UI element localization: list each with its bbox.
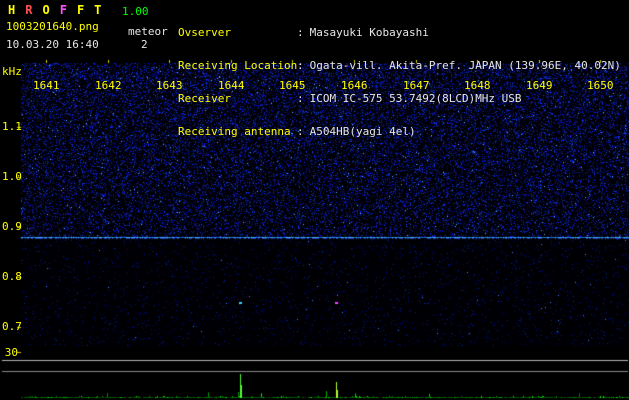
info-row-observer: Ovserver: Masayuki Kobayashi [178,27,621,38]
freq-tick-label: 0.7 [2,320,22,333]
app-title-letter: R [25,3,43,17]
freq-tick-label: 0.9 [2,220,22,233]
app-title: HROFFT [8,3,112,17]
freq-tick-label: 1.1 [2,120,22,133]
time-tick-label: 1641 [33,79,60,92]
freq-tick-label: 1.0 [2,170,22,183]
info-value: A504HB(yagi 4el) [309,125,416,138]
info-label: Receiving antenna [178,125,291,138]
datetime-label: 10.03.20 16:40 [6,38,99,51]
info-row-antenna: Receiving antenna: A504HB(yagi 4el) [178,126,621,137]
time-tick-label: 1649 [526,79,553,92]
info-colon: : [297,59,304,72]
app-title-letter: F [76,3,95,17]
filename-label: 1003201640.png [6,20,99,33]
mode-label: meteor [128,25,168,38]
info-label: Receiving Location [178,59,298,72]
meteor-count: 2 [141,38,148,51]
app-title-letter: H [8,3,26,17]
info-colon: : [297,26,304,39]
time-tick-label: 1645 [279,79,306,92]
time-tick-label: 1643 [156,79,183,92]
hrofft-screen: HROFFT 1.00 1003201640.png meteor 10.03.… [0,0,629,400]
time-tick-label: 1644 [218,79,245,92]
info-label: Receiver [178,92,231,105]
app-title-letter: T [94,3,112,17]
time-tick-label: 1647 [403,79,430,92]
info-value: Masayuki Kobayashi [309,26,429,39]
time-tick-label: 1642 [95,79,122,92]
info-value: ICOM IC-575 53.7492(8LCD)MHz USB [309,92,522,105]
version-label: 1.00 [122,5,149,18]
freq-tick-label: 0.8 [2,270,22,283]
info-row-location: Receiving Location: Ogata-vill. Akita-Pre… [178,60,621,71]
time-tick-label: 1650 [587,79,614,92]
time-tick-label: 1648 [464,79,491,92]
app-title-letter: F [59,3,77,17]
info-value: Ogata-vill. Akita-Pref. JAPAN (139.96E, … [309,59,621,72]
info-label: Ovserver [178,26,231,39]
info-colon: : [297,125,304,138]
freq-axis-unit: kHz [2,65,22,78]
power-axis-label: 30 [4,346,18,359]
info-row-receiver: Receiver: ICOM IC-575 53.7492(8LCD)MHz US… [178,93,621,104]
time-tick-label: 1646 [341,79,368,92]
app-title-letter: O [42,3,60,17]
info-colon: : [297,92,304,105]
